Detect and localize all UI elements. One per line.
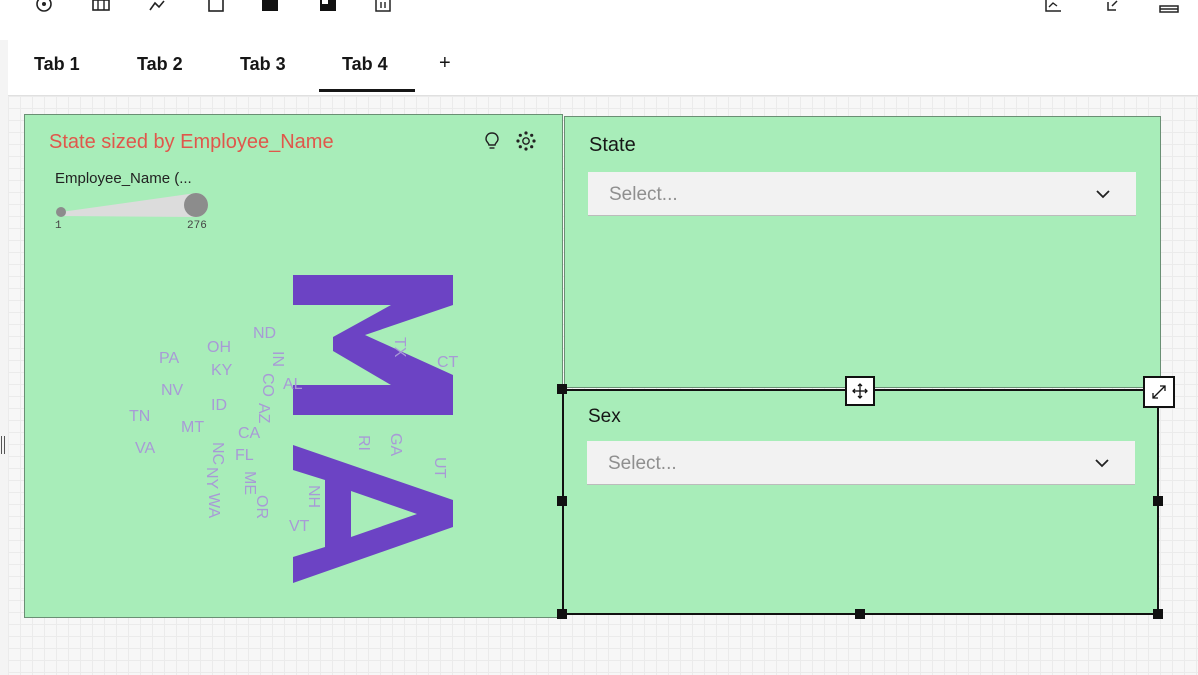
sex-select[interactable]: Select... [587,441,1135,485]
calendar-icon[interactable] [371,0,395,20]
word-CA[interactable]: CA [238,426,260,442]
expand-widget-button[interactable] [1143,376,1175,408]
tab-4[interactable]: Tab 4 [342,54,388,75]
state-filter-widget[interactable]: State Select... [564,116,1161,388]
word-PA[interactable]: PA [159,351,179,367]
share-icon[interactable] [1100,0,1124,20]
word-FL[interactable]: FL [235,448,254,464]
square-icon[interactable] [204,0,228,20]
word-TX[interactable]: TX [391,337,408,357]
panel-icon[interactable] [316,0,340,20]
top-toolbar [0,0,1198,41]
chevron-down-icon [1096,190,1110,199]
resize-handle-bottom[interactable] [855,609,865,619]
word-OR[interactable]: OR [253,495,270,519]
tab-bar: Tab 1 Tab 2 Tab 3 Tab 4 + [8,40,1198,96]
resize-handle-right[interactable] [1153,496,1163,506]
active-tab-indicator [319,89,415,92]
state-select[interactable]: Select... [588,172,1136,216]
word-GA[interactable]: GA [387,433,404,456]
word-UT[interactable]: UT [431,457,448,478]
word-CO[interactable]: CO [259,373,276,397]
word-AL[interactable]: AL [283,377,303,393]
word-ME[interactable]: ME [241,471,258,495]
sex-filter-widget[interactable]: Sex Select... [562,389,1159,615]
word-WA[interactable]: WA [205,493,222,518]
word-VA[interactable]: VA [135,441,155,457]
word-NC[interactable]: NC [209,442,226,465]
word-NV[interactable]: NV [161,383,183,399]
expand-icon [1152,385,1166,399]
word-OH[interactable]: OH [207,340,231,356]
chart-icon[interactable] [1041,0,1065,20]
state-select-placeholder: Select... [609,184,678,205]
wordcloud-area: CT TX ND OH PA IN KY CO NV AL TN ID AZ MT CA VA RI GA NC FL… [25,115,564,619]
word-ND[interactable]: ND [253,326,276,342]
add-tab-button[interactable]: + [439,52,451,75]
sex-filter-label: Sex [588,406,621,427]
resize-handle-top-left[interactable] [557,384,567,394]
word-KY[interactable]: KY [211,363,232,379]
word-IN[interactable]: IN [269,351,286,367]
target-icon[interactable] [32,0,56,20]
sex-select-placeholder: Select... [608,453,677,474]
line-chart-icon[interactable] [145,0,169,20]
word-CT[interactable]: CT [437,355,458,371]
word-VT[interactable]: VT [289,519,309,535]
word-MA[interactable] [293,275,459,583]
resize-handle-left[interactable] [557,496,567,506]
resize-handle-bottom-left[interactable] [557,609,567,619]
resize-handle-bottom-right[interactable] [1153,609,1163,619]
word-NH[interactable]: NH [305,485,322,508]
word-AZ[interactable]: AZ [255,403,272,423]
tab-1[interactable]: Tab 1 [34,54,80,75]
tab-2[interactable]: Tab 2 [137,54,183,75]
move-widget-button[interactable] [845,376,875,406]
word-MT[interactable]: MT [181,420,204,436]
fill-panel-icon[interactable] [258,0,282,20]
move-icon [852,383,868,399]
collapse-icon[interactable] [1157,0,1181,20]
side-panel-handle[interactable] [1,436,5,454]
wordcloud-widget[interactable]: State sized by Employee_Name Employee_Na… [24,114,563,618]
word-NY[interactable]: NY [203,467,220,489]
chevron-down-icon [1095,459,1109,468]
state-filter-label: State [589,134,636,156]
word-TN[interactable]: TN [129,409,150,425]
word-ID[interactable]: ID [211,398,227,414]
tab-3[interactable]: Tab 3 [240,54,286,75]
table-icon[interactable] [89,0,113,20]
word-RI[interactable]: RI [355,435,372,451]
